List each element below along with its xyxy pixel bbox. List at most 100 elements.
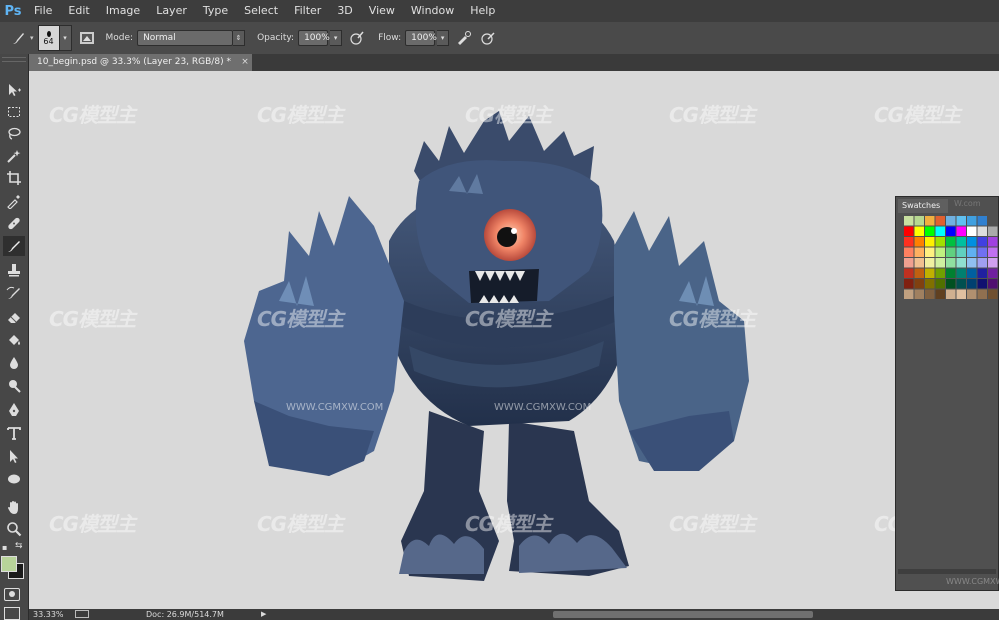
color-swatch[interactable] <box>946 226 956 237</box>
screen-mode-icon[interactable] <box>4 607 20 620</box>
eyedropper-icon[interactable] <box>3 191 25 211</box>
color-swatch[interactable] <box>904 289 914 300</box>
swatch-grid[interactable] <box>898 216 998 326</box>
color-swatch[interactable] <box>977 268 988 279</box>
color-swatch[interactable] <box>956 268 967 279</box>
tool-preset-dropdown-icon[interactable]: ▾ <box>30 34 34 42</box>
color-swatch[interactable] <box>946 258 956 268</box>
menu-help[interactable]: Help <box>462 0 503 22</box>
mode-select[interactable]: Normal <box>137 30 234 46</box>
close-tab-icon[interactable]: × <box>238 54 252 71</box>
color-swatch[interactable] <box>925 289 935 300</box>
color-swatch[interactable] <box>967 237 977 247</box>
eraser-icon[interactable] <box>3 307 25 327</box>
menu-filter[interactable]: Filter <box>286 0 329 22</box>
menu-file[interactable]: File <box>26 0 60 22</box>
document-canvas[interactable]: CG模型主 CG模型主 CG模型主 CG模型主 CG模型主 CG模型主 CG模型… <box>29 71 999 609</box>
menu-window[interactable]: Window <box>403 0 462 22</box>
color-swatch[interactable] <box>925 216 935 226</box>
color-swatch[interactable] <box>988 237 998 247</box>
toolbar-grip[interactable] <box>2 57 26 62</box>
color-swatch[interactable] <box>988 268 998 279</box>
color-swatch[interactable] <box>946 247 956 258</box>
color-swatch[interactable] <box>904 237 914 247</box>
color-swatch[interactable] <box>935 237 946 247</box>
color-swatch[interactable] <box>977 247 988 258</box>
color-swatch[interactable] <box>946 268 956 279</box>
history-brush-icon[interactable] <box>3 283 25 303</box>
color-swatch[interactable] <box>935 258 946 268</box>
color-swatch[interactable] <box>988 279 998 289</box>
color-swatch[interactable] <box>956 258 967 268</box>
clone-stamp-icon[interactable] <box>3 260 25 280</box>
color-swatch[interactable] <box>967 289 977 300</box>
brush-size-picker[interactable]: 64 <box>37 25 60 51</box>
opacity-dropdown-icon[interactable]: ▾ <box>330 30 343 46</box>
color-swatch[interactable] <box>988 226 998 237</box>
menu-view[interactable]: View <box>361 0 403 22</box>
color-swatch[interactable] <box>925 279 935 289</box>
tool-preset-brush-icon[interactable] <box>10 29 28 47</box>
color-swatch[interactable] <box>956 289 967 300</box>
color-swatch[interactable] <box>914 247 925 258</box>
status-menu-arrow-icon[interactable]: ▶ <box>261 609 266 620</box>
color-swatch[interactable] <box>904 247 914 258</box>
path-select-icon[interactable] <box>3 446 25 466</box>
menu-edit[interactable]: Edit <box>60 0 97 22</box>
color-swatch[interactable] <box>925 237 935 247</box>
color-swatch[interactable] <box>956 226 967 237</box>
dodge-icon[interactable] <box>3 376 25 396</box>
color-swatch[interactable] <box>988 289 998 300</box>
pen-icon[interactable] <box>3 400 25 420</box>
color-swatch[interactable] <box>946 289 956 300</box>
color-swatch[interactable] <box>946 279 956 289</box>
color-swatch[interactable] <box>988 247 998 258</box>
swatches-tab[interactable]: Swatches <box>898 199 948 213</box>
brush-picker-dropdown-icon[interactable]: ▾ <box>59 25 72 51</box>
color-swatch[interactable] <box>925 226 935 237</box>
pressure-opacity-icon[interactable] <box>348 29 366 47</box>
color-swatch[interactable] <box>904 268 914 279</box>
quick-mask-icon[interactable] <box>4 588 20 601</box>
blur-icon[interactable] <box>3 353 25 373</box>
color-swatch[interactable] <box>977 258 988 268</box>
flow-dropdown-icon[interactable]: ▾ <box>437 30 450 46</box>
color-swatch[interactable] <box>904 226 914 237</box>
swap-colors-icon[interactable]: ⇆ <box>15 541 23 551</box>
mode-dropdown-icon[interactable]: ⇕ <box>233 30 246 46</box>
default-colors-icon[interactable]: ▪ <box>2 543 7 552</box>
hand-icon[interactable] <box>3 497 25 517</box>
color-swatch[interactable] <box>914 216 925 226</box>
color-swatch[interactable] <box>914 279 925 289</box>
color-swatch[interactable] <box>925 247 935 258</box>
brush-panel-toggle-icon[interactable] <box>78 29 96 47</box>
color-swatch[interactable] <box>914 258 925 268</box>
flow-input[interactable]: 100% <box>405 30 437 46</box>
ellipse-icon[interactable] <box>3 469 25 489</box>
color-swatch[interactable] <box>988 258 998 268</box>
panel-scrollbar[interactable] <box>898 569 996 574</box>
color-swatch[interactable] <box>935 289 946 300</box>
move-icon[interactable] <box>3 80 25 100</box>
color-swatch[interactable] <box>946 237 956 247</box>
color-swatch[interactable] <box>925 268 935 279</box>
type-icon[interactable] <box>3 423 25 443</box>
color-swatch[interactable] <box>935 268 946 279</box>
color-swatch[interactable] <box>935 216 946 226</box>
color-swatch[interactable] <box>946 216 956 226</box>
menu-layer[interactable]: Layer <box>148 0 195 22</box>
color-swatch[interactable] <box>956 279 967 289</box>
color-swatch[interactable] <box>977 216 988 226</box>
horizontal-scrollbar[interactable] <box>553 611 813 618</box>
quick-select-icon[interactable] <box>3 146 25 166</box>
opacity-input[interactable]: 100% <box>298 30 330 46</box>
color-swatch[interactable] <box>977 289 988 300</box>
color-swatch[interactable] <box>904 258 914 268</box>
color-swatch[interactable] <box>914 226 925 237</box>
color-swatch[interactable] <box>967 268 977 279</box>
color-swatch[interactable] <box>967 258 977 268</box>
color-swatch[interactable] <box>904 216 914 226</box>
color-swatch[interactable] <box>935 226 946 237</box>
paint-bucket-icon[interactable] <box>3 330 25 350</box>
color-swatch[interactable] <box>967 226 977 237</box>
